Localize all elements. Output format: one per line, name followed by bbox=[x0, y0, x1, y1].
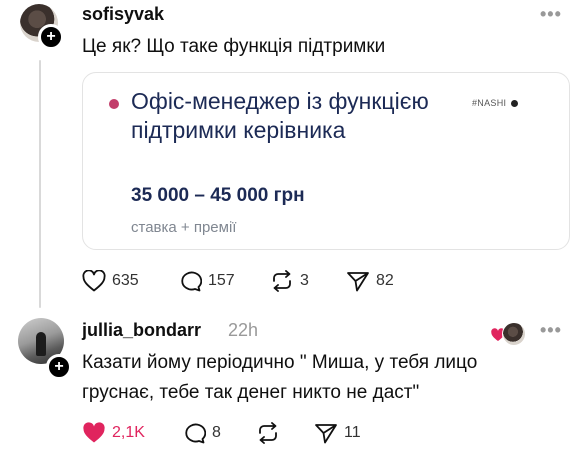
follow-plus-icon[interactable]: + bbox=[38, 24, 64, 50]
heart-icon bbox=[82, 270, 106, 292]
brand-label: #NASHI bbox=[472, 98, 507, 108]
more-icon[interactable]: ••• bbox=[540, 4, 562, 25]
comment-button[interactable]: 157 bbox=[178, 269, 235, 293]
vacancy-card[interactable]: Офіс-менеджер із функцією підтримки кері… bbox=[82, 72, 570, 250]
like-button[interactable]: 635 bbox=[82, 269, 139, 293]
reply-username[interactable]: jullia_bondarr bbox=[82, 320, 201, 341]
vacancy-salary: 35 000 – 45 000 грн bbox=[131, 185, 305, 206]
vacancy-note: ставка + премії bbox=[131, 219, 237, 236]
repost-icon bbox=[273, 270, 291, 292]
comment-icon bbox=[185, 423, 206, 444]
repost-button[interactable] bbox=[256, 421, 280, 445]
brand-badge-icon bbox=[511, 100, 519, 107]
comment-icon bbox=[181, 271, 202, 292]
like-count: 635 bbox=[112, 272, 139, 289]
thread-connector-line bbox=[39, 60, 41, 308]
more-icon[interactable]: ••• bbox=[540, 320, 562, 341]
heart-icon bbox=[83, 422, 105, 443]
brand-logo: #NASHI bbox=[472, 98, 519, 108]
vacancy-title: Офіс-менеджер із функцією підтримки кері… bbox=[131, 88, 429, 143]
share-count: 82 bbox=[376, 272, 394, 289]
repost-icon bbox=[259, 422, 277, 444]
author-liked-indicator bbox=[490, 322, 526, 346]
comment-count: 8 bbox=[212, 424, 221, 441]
follow-plus-icon[interactable]: + bbox=[46, 354, 72, 380]
like-button[interactable]: 2,1K bbox=[82, 421, 145, 445]
share-button[interactable]: 82 bbox=[346, 269, 394, 293]
repost-count: 3 bbox=[300, 272, 309, 289]
bullet-dot-icon bbox=[109, 99, 119, 109]
post-text: Це як? Що таке функція підтримки bbox=[82, 36, 386, 57]
repost-button[interactable]: 3 bbox=[270, 269, 309, 293]
reply-time: 22h bbox=[228, 320, 259, 340]
post-username[interactable]: sofisyvak bbox=[82, 4, 164, 25]
share-icon bbox=[347, 272, 369, 292]
comment-count: 157 bbox=[208, 272, 235, 289]
comment-button[interactable]: 8 bbox=[182, 421, 221, 445]
reply-text-line-1: Казати йому періодично " Миша, у тебя ли… bbox=[82, 352, 478, 373]
share-count: 11 bbox=[344, 424, 361, 441]
like-count: 2,1K bbox=[112, 424, 145, 441]
reply-text-line-2: груснає, тебе так денег никто не даст" bbox=[82, 382, 420, 403]
avatar bbox=[502, 322, 526, 346]
share-button[interactable]: 11 bbox=[314, 421, 361, 445]
share-icon bbox=[315, 424, 337, 444]
